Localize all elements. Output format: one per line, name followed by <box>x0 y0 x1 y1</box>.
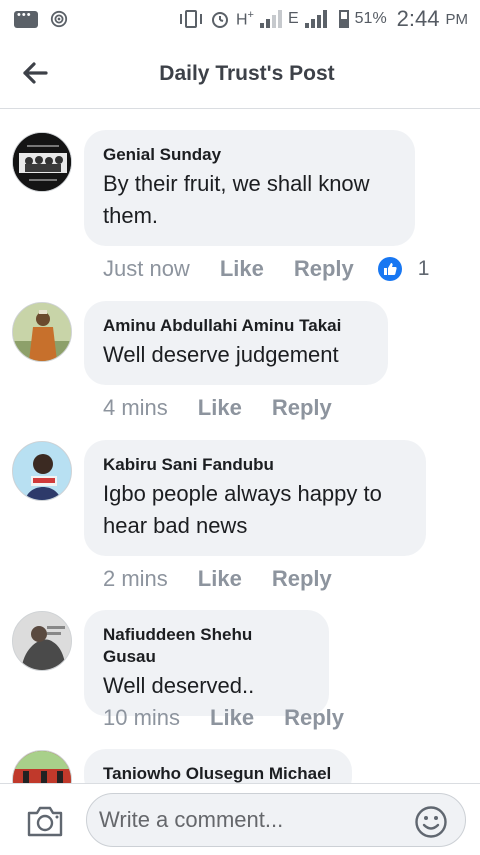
signal-icon <box>259 10 282 28</box>
comment-author[interactable]: Aminu Abdullahi Aminu Takai <box>103 315 368 337</box>
like-button[interactable]: Like <box>198 566 242 592</box>
comment-text: Well deserved.. <box>103 673 255 698</box>
reaction-count: 1 <box>417 257 430 280</box>
network-type-2: E <box>287 10 299 27</box>
comment-text: Igbo people always happy to hear bad new… <box>103 481 382 538</box>
wifi-icon <box>50 10 68 28</box>
network-type: H+ <box>235 8 254 29</box>
comment-composer: Write a comment... <box>0 783 480 855</box>
avatar[interactable] <box>12 750 72 783</box>
comment-actions: 10 mins Like Reply <box>103 705 344 731</box>
vibrate-icon <box>179 10 202 28</box>
comment-author[interactable]: Taniowho Olusegun Michael <box>103 763 332 783</box>
comment-actions: 4 mins Like Reply <box>103 395 332 421</box>
comment-text: Well deserve judgement <box>103 342 339 367</box>
comment-time: 4 mins <box>103 395 168 420</box>
comment-bubble[interactable]: Nafiuddeen Shehu Gusau Well deserved.. <box>84 610 329 716</box>
battery-icon <box>338 10 349 28</box>
page-title: Daily Trust's Post <box>159 62 335 85</box>
alarm-icon <box>211 12 228 28</box>
comment-actions: Just now Like Reply 1 <box>103 256 429 282</box>
header: Daily Trust's Post <box>0 38 480 109</box>
comment-author[interactable]: Nafiuddeen Shehu Gusau <box>103 624 309 668</box>
reaction-summary[interactable]: 1 <box>377 257 430 281</box>
emoji-icon[interactable] <box>414 805 448 839</box>
reply-button[interactable]: Reply <box>272 566 332 592</box>
reply-button[interactable]: Reply <box>272 395 332 421</box>
like-button[interactable]: Like <box>198 395 242 421</box>
avatar[interactable] <box>12 302 72 362</box>
reply-button[interactable]: Reply <box>284 705 344 731</box>
comment-bubble[interactable]: Taniowho Olusegun Michael <box>84 749 352 783</box>
reply-button[interactable]: Reply <box>294 256 354 282</box>
comment-time: 10 mins <box>103 705 181 730</box>
avatar[interactable] <box>12 611 72 671</box>
clock-ampm: PM <box>445 10 469 28</box>
avatar[interactable] <box>12 132 72 192</box>
comment-time: 2 mins <box>103 566 168 591</box>
battery-percent: 51% <box>354 10 387 27</box>
comment-bubble[interactable]: Kabiru Sani Fandubu Igbo people always h… <box>84 440 426 556</box>
comment-bubble[interactable]: Aminu Abdullahi Aminu Takai Well deserve… <box>84 301 388 385</box>
signal-icon-2 <box>304 10 327 28</box>
like-button[interactable]: Like <box>220 256 264 282</box>
avatar[interactable] <box>12 441 72 501</box>
like-button[interactable]: Like <box>210 705 254 731</box>
comment-actions: 2 mins Like Reply <box>103 566 332 592</box>
comments-list: Genial Sunday By their fruit, we shall k… <box>0 109 480 783</box>
comment-author[interactable]: Kabiru Sani Fandubu <box>103 454 406 476</box>
messages-icon <box>14 9 38 28</box>
comment-text: By their fruit, we shall know them. <box>103 171 370 228</box>
camera-icon[interactable] <box>26 804 64 838</box>
comment-input[interactable]: Write a comment... <box>86 793 466 847</box>
comment-author[interactable]: Genial Sunday <box>103 144 395 166</box>
comment-time: Just now <box>103 256 190 281</box>
comment-bubble[interactable]: Genial Sunday By their fruit, we shall k… <box>84 130 415 246</box>
thumbs-up-icon <box>377 257 402 281</box>
status-bar: H+ E 51% 2:44 PM <box>0 0 480 38</box>
clock-time: 2:44 <box>396 6 440 31</box>
